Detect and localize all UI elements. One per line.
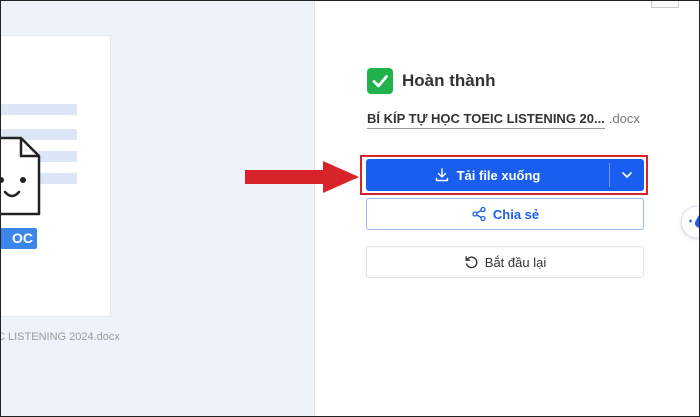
restart-button[interactable]: Bắt đầu lại bbox=[366, 246, 644, 278]
restart-label: Bắt đầu lại bbox=[484, 254, 547, 270]
download-label: Tải file xuống bbox=[456, 167, 541, 183]
preview-filename: C LISTENING 2024.docx bbox=[0, 331, 120, 343]
status-row: Hoàn thành bbox=[367, 68, 496, 94]
download-button-group: Tải file xuống bbox=[366, 159, 644, 191]
download-icon bbox=[435, 168, 449, 182]
check-icon bbox=[367, 68, 393, 94]
arrow-annotation-icon bbox=[245, 161, 359, 193]
top-tab bbox=[651, 1, 679, 8]
preview-line bbox=[1, 104, 77, 115]
app-frame: OC C LISTENING 2024.docx Hoàn thành BÍ K… bbox=[0, 0, 700, 417]
file-name[interactable]: BÍ KÍP TỰ HỌC TOEIC LISTENING 20... bbox=[367, 111, 605, 129]
drop-icon bbox=[689, 215, 699, 228]
download-options-dropdown[interactable] bbox=[610, 159, 644, 191]
restart-icon bbox=[464, 255, 479, 270]
share-label: Chia sẻ bbox=[492, 206, 540, 222]
file-name-row: BÍ KÍP TỰ HỌC TOEIC LISTENING 20... .doc… bbox=[367, 111, 649, 129]
share-button[interactable]: Chia sẻ bbox=[366, 198, 644, 230]
document-icon bbox=[1, 136, 41, 216]
chevron-down-icon bbox=[622, 172, 632, 178]
status-label: Hoàn thành bbox=[402, 71, 496, 90]
file-extension: .docx bbox=[608, 111, 640, 126]
share-icon bbox=[471, 206, 487, 222]
preview-pane: OC C LISTENING 2024.docx bbox=[1, 1, 315, 416]
download-button[interactable]: Tải file xuống bbox=[366, 159, 609, 191]
floating-widget[interactable] bbox=[681, 206, 699, 238]
file-type-badge: OC bbox=[1, 228, 37, 249]
